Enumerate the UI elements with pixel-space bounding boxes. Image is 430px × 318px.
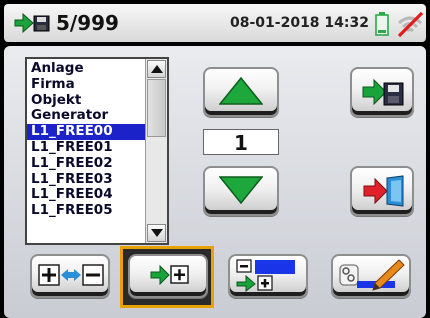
save-icon [362,78,404,106]
increment-button[interactable] [203,67,279,117]
toolbar-edit-field-button[interactable] [331,254,411,298]
arrow-up-icon [219,77,263,105]
status-header: 5/999 08-01-2018 14:32 [4,4,426,42]
list-item[interactable]: Firma [27,76,147,93]
scroll-down-button[interactable] [147,224,166,242]
wifi-off-icon [397,11,424,37]
list-item[interactable]: L1_FREE02 [27,155,147,172]
decrement-button[interactable] [203,166,279,216]
add-remove-icon [38,264,104,286]
add-item-icon [150,264,189,286]
exit-button[interactable] [350,166,414,216]
exit-icon [363,175,404,207]
list-items: Anlage Firma Objekt Generator L1_FREE00 L1_FR… [27,60,147,219]
save-button[interactable] [350,67,414,117]
list-item[interactable]: Generator [27,108,147,124]
list-item[interactable]: L1_FREE01 [27,139,147,156]
record-counter: 5/999 [56,11,119,35]
scroll-thumb[interactable] [147,79,166,137]
battery-icon [375,12,389,36]
list-item[interactable]: L1_FREE05 [27,202,147,219]
list-item[interactable]: L1_FREE00 [27,123,147,140]
insert-field-icon [236,259,295,292]
toolbar-add-item-button[interactable] [128,254,208,298]
list-item[interactable]: Objekt [27,92,147,109]
edit-field-icon [339,259,405,291]
instrument-screen: 5/999 08-01-2018 14:32 Anlage Firma Objekt… [0,0,430,318]
record-icon [14,12,50,34]
triangle-down-icon [151,229,163,237]
value-display: 1 [203,129,279,155]
date-time: 08-01-2018 14:32 [230,15,369,31]
list-item[interactable]: Anlage [27,60,147,77]
triangle-up-icon [151,65,163,73]
item-list[interactable]: Anlage Firma Objekt Generator L1_FREE00 L1_FR… [25,57,169,245]
list-item[interactable]: L1_FREE03 [27,171,147,188]
toolbar-insert-field-button[interactable] [228,254,308,298]
toolbar-add-remove-button[interactable] [30,254,110,298]
list-scrollbar[interactable] [145,59,167,243]
scroll-up-button[interactable] [147,60,166,78]
arrow-down-icon [219,176,263,204]
list-item[interactable]: L1_FREE04 [27,187,147,203]
